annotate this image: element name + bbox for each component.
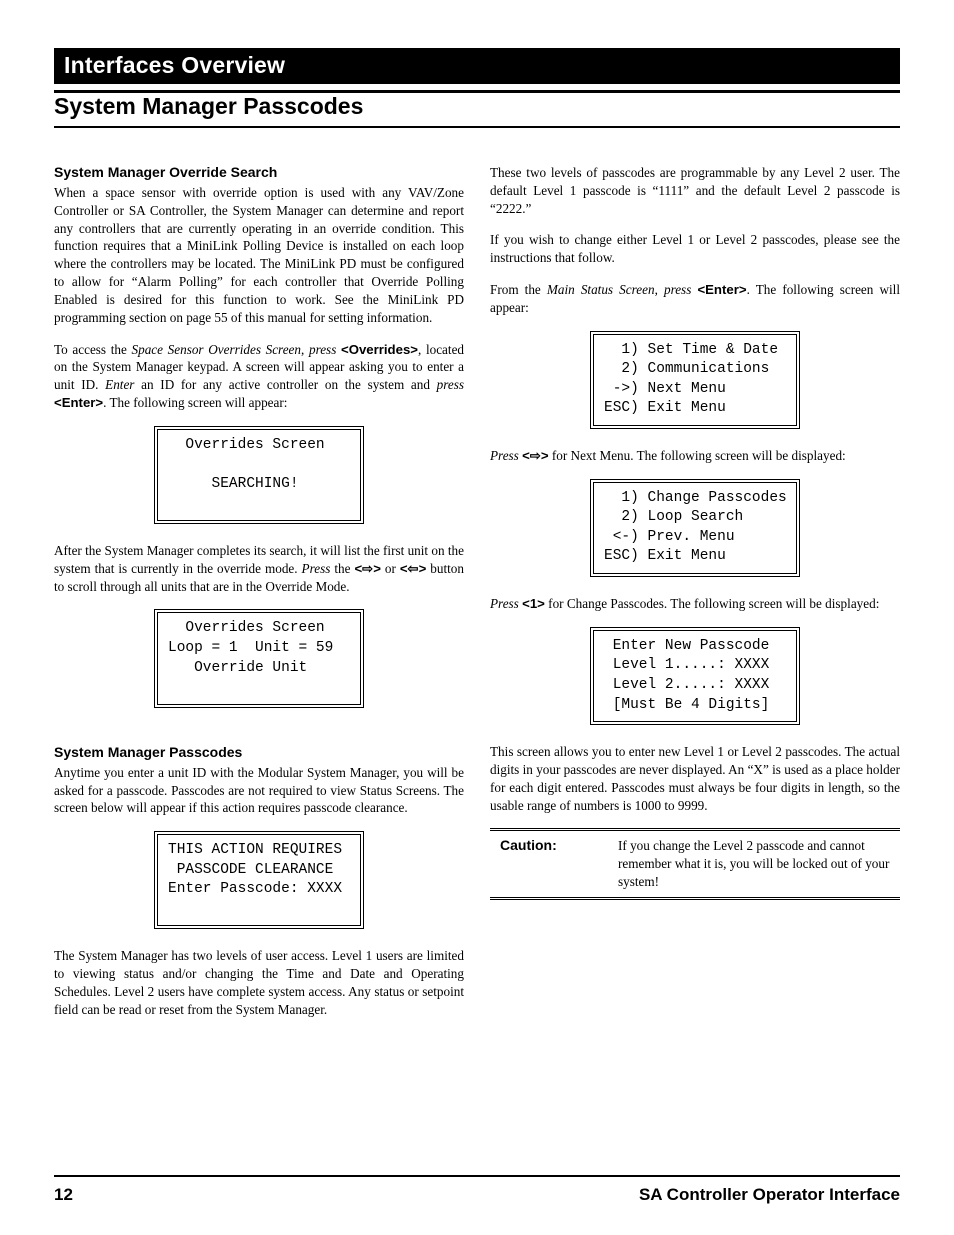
- lcd-screen-1: Overrides Screen SEARCHING!: [154, 426, 364, 524]
- caution-block: Caution: If you change the Level 2 passc…: [490, 828, 900, 899]
- right-para-2: If you wish to change either Level 1 or …: [490, 231, 900, 267]
- text: ,: [301, 342, 309, 357]
- key-overrides: <Overrides>: [341, 342, 418, 357]
- key-right: <⇨>: [522, 448, 548, 463]
- section-bar: Interfaces Overview: [54, 48, 900, 84]
- body-columns: System Manager Override Search When a sp…: [54, 164, 900, 1033]
- key-enter: <Enter>: [54, 395, 103, 410]
- left-para-1: When a space sensor with override option…: [54, 184, 464, 327]
- caution-label: Caution:: [490, 837, 600, 890]
- left-para-3: After the System Manager completes its s…: [54, 542, 464, 595]
- text: . The following screen will appear:: [103, 395, 287, 410]
- key-1: <1>: [522, 596, 545, 611]
- page-title: System Manager Passcodes: [54, 93, 900, 128]
- lcd-screen-2: Overrides Screen Loop = 1 Unit = 59 Over…: [154, 609, 364, 707]
- caution-text: If you change the Level 2 passcode and c…: [618, 837, 900, 890]
- text-italic: Enter: [105, 377, 134, 392]
- right-para-3: From the Main Status Screen, press <Ente…: [490, 281, 900, 317]
- text-italic: Main Status Screen: [547, 282, 655, 297]
- right-column: These two levels of passcodes are progra…: [490, 164, 900, 1033]
- key-left: <⇦>: [400, 561, 426, 576]
- lcd-screen-6: Enter New Passcode Level 1.....: XXXX Le…: [590, 627, 800, 725]
- left-para-5: The System Manager has two levels of use…: [54, 947, 464, 1018]
- text: for Change Passcodes. The following scre…: [545, 596, 880, 611]
- right-para-4: Press <⇨> for Next Menu. The following s…: [490, 447, 900, 465]
- page-number: 12: [54, 1185, 73, 1205]
- text: From the: [490, 282, 547, 297]
- right-para-1: These two levels of passcodes are progra…: [490, 164, 900, 217]
- page-footer: 12 SA Controller Operator Interface: [54, 1175, 900, 1205]
- text-italic: press: [437, 377, 464, 392]
- text: for Next Menu. The following screen will…: [549, 448, 846, 463]
- text: the: [330, 561, 354, 576]
- left-para-2: To access the Space Sensor Overrides Scr…: [54, 341, 464, 412]
- right-para-5: Press <1> for Change Passcodes. The foll…: [490, 595, 900, 613]
- doc-title: SA Controller Operator Interface: [639, 1185, 900, 1205]
- key-right: <⇨>: [354, 561, 380, 576]
- text: ,: [655, 282, 664, 297]
- text-italic: Space Sensor Overrides Screen: [132, 342, 302, 357]
- text-italic: press: [309, 342, 336, 357]
- text: To access the: [54, 342, 132, 357]
- right-para-6: This screen allows you to enter new Leve…: [490, 743, 900, 814]
- lcd-screen-3: THIS ACTION REQUIRES PASSCODE CLEARANCE …: [154, 831, 364, 929]
- text-italic: Press: [490, 596, 519, 611]
- key-enter: <Enter>: [697, 282, 746, 297]
- left-column: System Manager Override Search When a sp…: [54, 164, 464, 1033]
- text: or: [381, 561, 400, 576]
- left-para-4: Anytime you enter a unit ID with the Mod…: [54, 764, 464, 817]
- lcd-screen-4: 1) Set Time & Date 2) Communications ->)…: [590, 331, 800, 429]
- text: an ID for any active controller on the s…: [134, 377, 436, 392]
- text-italic: press: [664, 282, 691, 297]
- text-italic: Press: [490, 448, 519, 463]
- lcd-screen-5: 1) Change Passcodes 2) Loop Search <-) P…: [590, 479, 800, 577]
- text-italic: Press: [302, 561, 331, 576]
- left-heading-1: System Manager Override Search: [54, 164, 464, 180]
- left-heading-2: System Manager Passcodes: [54, 744, 464, 760]
